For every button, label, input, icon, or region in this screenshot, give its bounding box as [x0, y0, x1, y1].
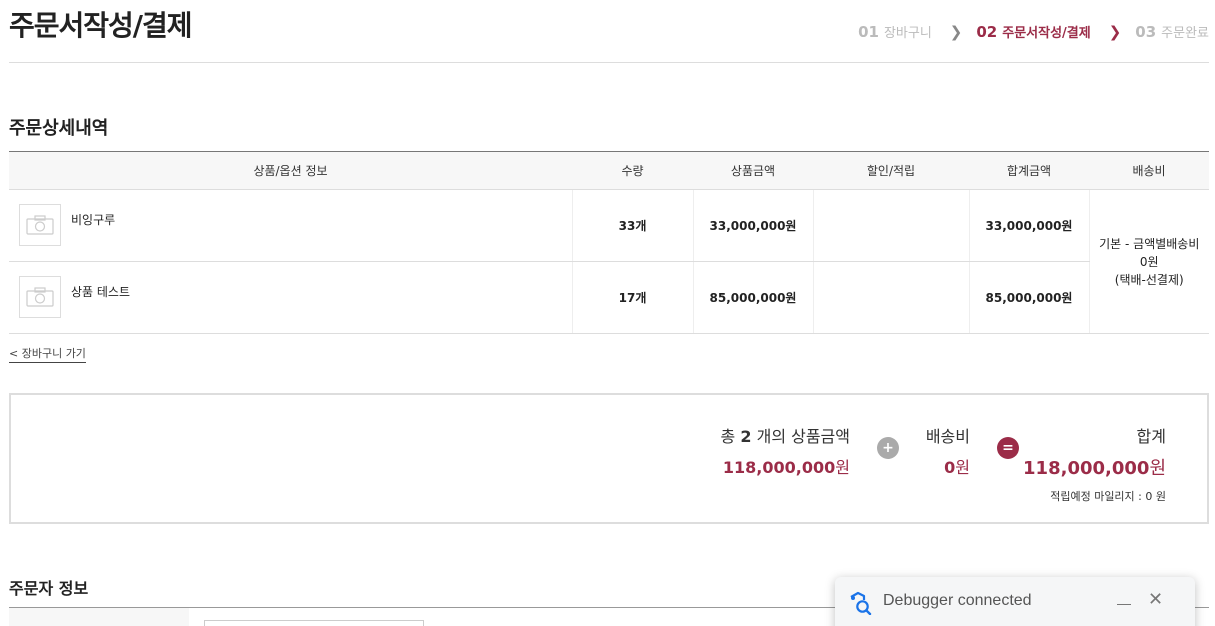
product-cell: 비잉구루 [9, 189, 572, 262]
grand-total: 합계 118,000,000원 적립예정 마일리지 : 0 원 [1023, 423, 1166, 504]
currency-unit: 원 [835, 458, 850, 477]
order-summary: 총 2 개의 상품금액 118,000,000원 + 배송비 0원 = 합계 1… [9, 393, 1209, 524]
items-total: 총 2 개의 상품금액 118,000,000원 [721, 423, 850, 478]
column-header: 상품/옵션 정보 [9, 151, 572, 190]
page-title: 주문서작성/결제 [9, 9, 193, 42]
product-name[interactable]: 비잉구루 [71, 211, 115, 228]
minimize-button[interactable] [1115, 591, 1133, 607]
total-cell: 33,000,000원 [968, 189, 1089, 262]
step-label: 주문완료 [1161, 26, 1209, 41]
currency-unit: 원 [1149, 458, 1166, 479]
total-cell: 85,000,000원 [968, 261, 1089, 334]
order-details-title: 주문상세내역 [9, 118, 109, 139]
orderer-info-title: 주문자 정보 [9, 579, 89, 598]
product-cell: 상품 테스트 [9, 261, 572, 334]
column-header: 수량 [572, 151, 693, 190]
shipping-cost: 0원 [1139, 254, 1159, 269]
chevron-right-icon: ❯ [949, 22, 963, 41]
price-cell: 85,000,000원 [692, 261, 813, 334]
shipping-cell: 기본 - 금액별배송비 0원 (택배-선결제) [1088, 189, 1209, 334]
form-label-cell [9, 608, 189, 626]
shipping-amount: 0 [944, 458, 956, 477]
equals-icon: = [997, 437, 1019, 459]
table-header-row: 상품/옵션 정보 수량 상품금액 할인/적립 합계금액 배송비 [9, 151, 1209, 190]
step-cart: 01 장바구니 [858, 22, 932, 41]
shipping-method: 기본 - 금액별배송비 [1099, 236, 1200, 251]
items-suffix: 개의 상품금액 [756, 427, 850, 446]
column-header: 상품금액 [693, 151, 813, 190]
step-complete: 03 주문완료 [1135, 22, 1209, 41]
step-label: 장바구니 [883, 26, 932, 41]
debugger-toast: Debugger connected ✕ [835, 577, 1195, 626]
step-label: 주문서작성/결제 [1002, 26, 1091, 41]
column-header: 할인/적립 [813, 151, 969, 190]
currency-unit: 원 [955, 458, 970, 477]
order-steps: 01 장바구니 ❯ 02 주문서작성/결제 ❯ 03 주문완료 [858, 22, 1209, 42]
camera-icon[interactable] [19, 203, 61, 246]
step-number: 01 [858, 23, 879, 41]
price-cell: 33,000,000원 [692, 189, 813, 262]
chevron-right-icon: ❯ [1108, 22, 1122, 41]
step-checkout: 02 주문서작성/결제 [976, 22, 1090, 41]
toast-message: Debugger connected [883, 592, 1032, 609]
product-name[interactable]: 상품 테스트 [71, 283, 130, 300]
shipping-label: 배송비 [925, 427, 970, 446]
plus-icon: + [877, 437, 899, 459]
order-table: 상품/옵션 정보 수량 상품금액 할인/적립 합계금액 배송비 비잉구루 33개… [9, 151, 1209, 334]
discount-cell [812, 189, 969, 262]
column-header: 합계금액 [969, 151, 1089, 190]
total-label: 합계 [1136, 427, 1166, 446]
quantity-cell: 33개 [571, 189, 693, 262]
expected-mileage: 적립예정 마일리지 : 0 원 [1050, 490, 1166, 503]
debugger-icon [850, 591, 872, 615]
shipping-payment: (택배-선결제) [1114, 272, 1184, 287]
discount-cell [812, 261, 969, 334]
quantity-cell: 17개 [571, 261, 693, 334]
items-amount: 118,000,000 [722, 458, 836, 477]
back-to-cart-link[interactable]: < 장바구니 가기 [9, 345, 86, 363]
items-count: 2 [740, 427, 752, 446]
step-number: 02 [976, 23, 998, 41]
table-row: 비잉구루 33개 33,000,000원 33,000,000원 기본 - 금액… [9, 189, 1209, 334]
divider [9, 62, 1209, 63]
close-button[interactable]: ✕ [1148, 589, 1163, 610]
orderer-name-input[interactable] [204, 620, 424, 626]
table-row: 상품 테스트 17개 85,000,000원 85,000,000원 [9, 261, 1209, 334]
column-header: 배송비 [1089, 151, 1209, 190]
items-prefix: 총 [720, 427, 736, 446]
shipping-total: 배송비 0원 [926, 423, 970, 478]
step-number: 03 [1135, 23, 1157, 41]
total-amount: 118,000,000 [1023, 458, 1150, 479]
camera-icon[interactable] [19, 275, 61, 318]
